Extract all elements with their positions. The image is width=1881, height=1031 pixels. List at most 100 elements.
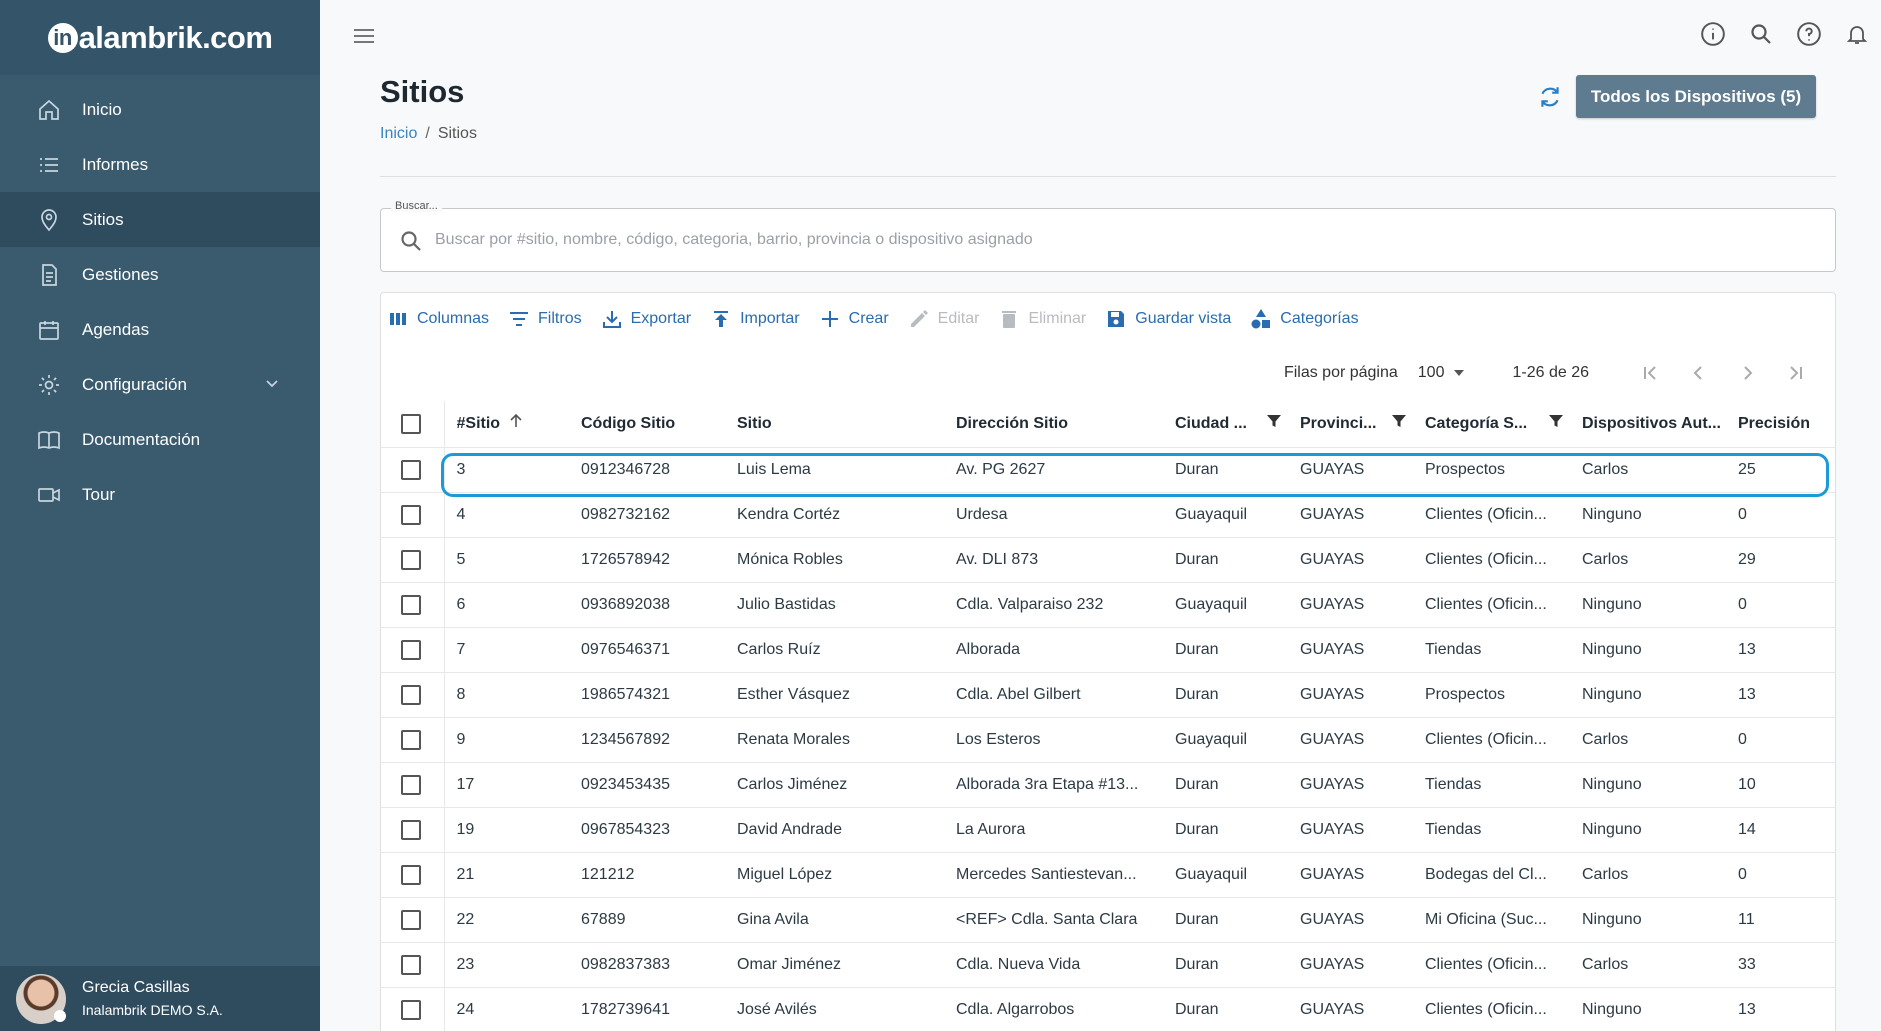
sidebar-item-documentacion[interactable]: Documentación — [0, 412, 320, 467]
row-checkbox[interactable] — [401, 684, 421, 705]
filters-button[interactable]: Filtros — [508, 308, 582, 330]
column-header-provincia[interactable]: Provinci... — [1288, 401, 1413, 447]
row-select-cell — [381, 941, 445, 987]
search-input[interactable] — [435, 227, 1815, 253]
table-row[interactable]: 22 67889 Gina Avila <REF> Cdla. Santa Clara… — [381, 896, 1835, 942]
funnel-icon[interactable] — [1391, 413, 1407, 434]
save-view-button[interactable]: Guardar vista — [1105, 308, 1231, 330]
table-row[interactable]: 6 0936892038 Julio Bastidas Cdla. Valparais… — [381, 581, 1835, 627]
table-row[interactable]: 3 0912346728 Luis Lema Av. PG 2627 Duran GUAY… — [381, 446, 1835, 492]
sidebar-item-agendas[interactable]: Agendas — [0, 302, 320, 357]
search-icon[interactable] — [1747, 20, 1775, 48]
table-row[interactable]: 23 0982837383 Omar Jiménez Cdla. Nueva Vida… — [381, 941, 1835, 987]
row-checkbox[interactable] — [401, 954, 421, 975]
previous-page-icon[interactable] — [1675, 364, 1723, 382]
table-row[interactable]: 7 0976546371 Carlos Ruíz Alborada Duran GUAYA… — [381, 626, 1835, 672]
column-header-dispositivos[interactable]: Dispositivos Aut... — [1570, 401, 1726, 447]
column-header-precision[interactable]: Precisión — [1726, 401, 1835, 447]
next-page-icon[interactable] — [1723, 364, 1771, 382]
row-checkbox[interactable] — [401, 504, 421, 525]
logo[interactable]: in alambrik.com — [0, 0, 320, 75]
sidebar-item-label: Configuración — [82, 374, 187, 394]
column-header-direccion[interactable]: Dirección Sitio — [944, 401, 1163, 447]
delete-button[interactable]: Eliminar — [998, 308, 1086, 330]
funnel-icon[interactable] — [1548, 413, 1564, 434]
column-label: Ciudad ... — [1175, 414, 1247, 432]
row-checkbox[interactable] — [401, 909, 421, 930]
columns-button[interactable]: Columnas — [387, 308, 489, 330]
breadcrumb-home-link[interactable]: Inicio — [380, 125, 417, 142]
create-button[interactable]: Crear — [819, 308, 889, 330]
column-header-codigo[interactable]: Código Sitio — [569, 401, 725, 447]
column-header-ciudad[interactable]: Ciudad ... — [1163, 401, 1288, 447]
row-checkbox[interactable] — [401, 459, 421, 480]
import-button[interactable]: Importar — [710, 308, 800, 330]
table-row[interactable]: 24 1782739641 José Avilés Cdla. Algarrobos D… — [381, 986, 1835, 1031]
table-cell: Carlos — [1570, 716, 1726, 762]
refresh-icon[interactable] — [1537, 84, 1563, 110]
table-row[interactable]: 4 0982732162 Kendra Cortéz Urdesa Guayaquil G… — [381, 491, 1835, 537]
row-checkbox[interactable] — [401, 549, 421, 570]
table-cell: Guayaquil — [1163, 491, 1288, 537]
topbar-actions — [1699, 20, 1871, 48]
bell-icon[interactable] — [1843, 20, 1871, 48]
funnel-icon[interactable] — [1266, 413, 1282, 434]
table-row[interactable]: 5 1726578942 Mónica Robles Av. DLI 873 Duran… — [381, 536, 1835, 582]
row-select-cell — [381, 491, 445, 537]
table-row[interactable]: 21 121212 Miguel López Mercedes Santiesteva… — [381, 851, 1835, 897]
table-cell: Cdla. Nueva Vida — [944, 941, 1163, 987]
search-field[interactable]: Buscar... — [380, 200, 1836, 272]
row-checkbox[interactable] — [401, 594, 421, 615]
table-cell: 0912346728 — [569, 446, 725, 492]
first-page-icon[interactable] — [1627, 364, 1675, 382]
export-button[interactable]: Exportar — [601, 308, 691, 330]
column-header-sitio[interactable]: Sitio — [725, 401, 944, 447]
row-select-cell — [381, 446, 445, 492]
select-all-checkbox[interactable] — [401, 413, 421, 434]
row-checkbox[interactable] — [401, 774, 421, 795]
sidebar-item-sitios[interactable]: Sitios — [0, 192, 320, 247]
sidebar-item-gestiones[interactable]: Gestiones — [0, 247, 320, 302]
table-cell: GUAYAS — [1288, 581, 1413, 627]
user-card[interactable]: Grecia Casillas Inalambrik DEMO S.A. — [0, 966, 320, 1031]
info-icon[interactable] — [1699, 20, 1727, 48]
table-cell: Guayaquil — [1163, 716, 1288, 762]
table-row[interactable]: 8 1986574321 Esther Vásquez Cdla. Abel Gilb… — [381, 671, 1835, 717]
row-checkbox[interactable] — [401, 729, 421, 750]
edit-button[interactable]: Editar — [908, 308, 980, 330]
sort-ascending-icon[interactable] — [508, 413, 524, 434]
sidebar-item-inicio[interactable]: Inicio — [0, 82, 320, 137]
table-cell: 0 — [1726, 491, 1835, 537]
avatar[interactable] — [16, 973, 66, 1024]
column-header-sitio-id[interactable]: #Sitio — [444, 401, 569, 447]
sidebar-item-tour[interactable]: Tour — [0, 467, 320, 522]
export-label: Exportar — [630, 310, 692, 327]
last-page-icon[interactable] — [1771, 364, 1819, 382]
all-devices-button[interactable]: Todos los Dispositivos (5) — [1576, 75, 1816, 118]
row-checkbox[interactable] — [401, 864, 421, 885]
row-checkbox[interactable] — [401, 639, 421, 660]
table-cell: GUAYAS — [1288, 761, 1413, 807]
edit-label: Editar — [937, 310, 980, 327]
table-cell: Ninguno — [1570, 761, 1726, 807]
table-cell: Gina Avila — [725, 896, 944, 942]
table-cell: Carlos — [1570, 851, 1726, 897]
sidebar-item-informes[interactable]: Informes — [0, 137, 320, 192]
table-cell: La Aurora — [944, 806, 1163, 852]
rows-per-page-select[interactable]: 100 — [1418, 364, 1465, 382]
table-cell: Duran — [1163, 536, 1288, 582]
row-select-cell — [381, 671, 445, 717]
hamburger-menu-icon[interactable] — [352, 24, 376, 53]
table-row[interactable]: 19 0967854323 David Andrade La Aurora Duran G… — [381, 806, 1835, 852]
help-icon[interactable] — [1795, 20, 1823, 48]
categories-button[interactable]: Categorías — [1250, 308, 1359, 330]
column-header-categoria[interactable]: Categoría S... — [1413, 401, 1570, 447]
chevron-down-icon[interactable] — [264, 375, 280, 396]
row-select-cell — [381, 581, 445, 627]
table-row[interactable]: 17 0923453435 Carlos Jiménez Alborada 3ra E… — [381, 761, 1835, 807]
table-row[interactable]: 9 1234567892 Renata Morales Los Esteros Guay… — [381, 716, 1835, 762]
sidebar-item-configuracion[interactable]: Configuración — [0, 357, 320, 412]
row-checkbox[interactable] — [401, 999, 421, 1020]
trash-icon — [998, 308, 1020, 330]
row-checkbox[interactable] — [401, 819, 421, 840]
